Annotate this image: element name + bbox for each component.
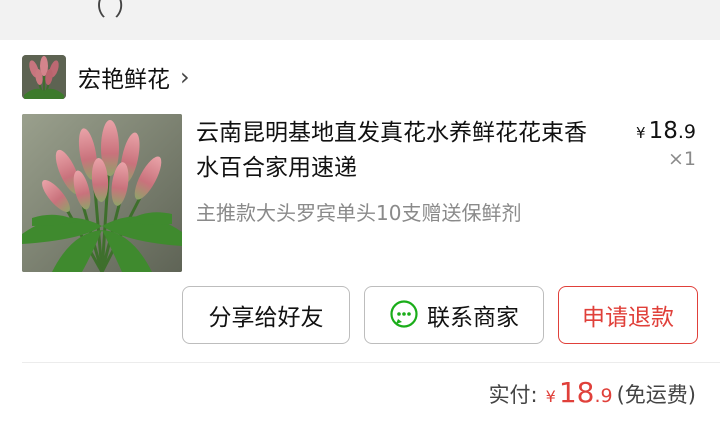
currency-symbol: ¥ bbox=[636, 124, 646, 142]
contact-seller-button[interactable]: 联系商家 bbox=[364, 286, 544, 344]
shop-avatar bbox=[22, 55, 66, 99]
price-integer: 18 bbox=[648, 118, 678, 144]
product-image[interactable] bbox=[22, 114, 182, 272]
cut-off-header-text: （ ） bbox=[80, 0, 141, 22]
top-strip: （ ） bbox=[0, 0, 720, 40]
contact-button-label: 联系商家 bbox=[427, 305, 519, 331]
chevron-right-icon: › bbox=[180, 63, 190, 91]
total-label: 实付: bbox=[488, 383, 538, 407]
share-button[interactable]: 分享给好友 bbox=[182, 286, 350, 344]
total-row: 实付: ¥18.9 (免运费) bbox=[489, 376, 696, 409]
product-title[interactable]: 云南昆明基地直发真花水养鲜花花束香水百合家用速递 bbox=[196, 116, 606, 186]
product-spec: 主推款大头罗宾单头10支赠送保鲜剂 bbox=[196, 201, 522, 225]
shop-name: 宏艳鲜花 bbox=[78, 67, 170, 93]
price-decimal: .9 bbox=[677, 121, 696, 143]
order-card: 宏艳鲜花 › 云南昆明基地直发真花水养鲜花花束香水百合家用速递 主推款大头罗宾单… bbox=[0, 40, 720, 436]
total-currency-symbol: ¥ bbox=[545, 387, 556, 406]
divider bbox=[22, 362, 720, 363]
total-integer: 18 bbox=[558, 376, 595, 409]
total-decimal: .9 bbox=[594, 385, 613, 407]
shipping-note: (免运费) bbox=[616, 383, 696, 407]
refund-button-label: 申请退款 bbox=[582, 305, 674, 331]
price-column: ¥18.9 ×1 bbox=[636, 118, 696, 170]
refund-button[interactable]: 申请退款 bbox=[558, 286, 698, 344]
quantity: ×1 bbox=[667, 148, 696, 170]
total-price: ¥18.9 bbox=[546, 376, 613, 409]
share-button-label: 分享给好友 bbox=[208, 305, 324, 331]
shop-link[interactable]: 宏艳鲜花 › bbox=[22, 55, 190, 99]
wechat-chat-icon bbox=[389, 300, 419, 330]
unit-price: ¥18.9 bbox=[636, 118, 696, 144]
